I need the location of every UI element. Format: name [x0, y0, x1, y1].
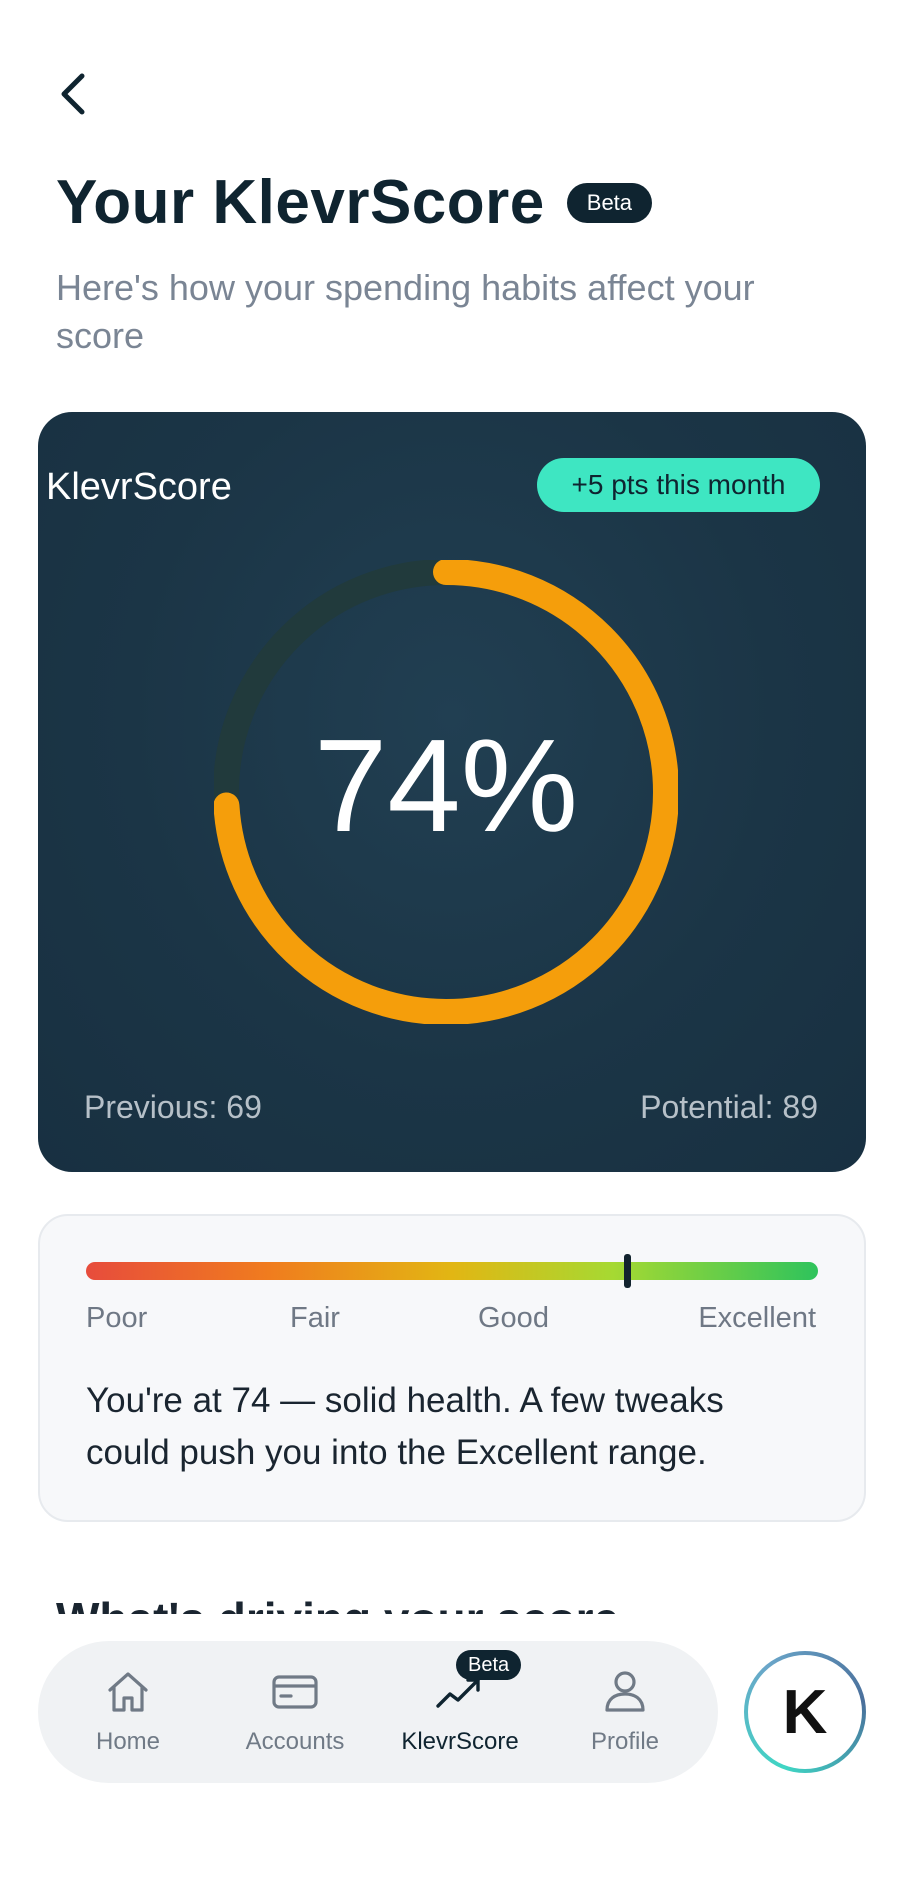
home-icon [108, 1672, 148, 1712]
nav-label-home: Home [95, 1728, 161, 1755]
section-heading-clip: What's driving your score [0, 1580, 900, 1614]
page-title: Your KlevrScore [56, 168, 545, 237]
range-gradient-bar [86, 1262, 818, 1280]
score-card-label: KlevrScore [46, 466, 232, 508]
range-label-poor: Poor [86, 1302, 148, 1334]
potential-score: Potential: 89 [640, 1089, 818, 1125]
nav-item-klevrscore[interactable]: KlevrScore [390, 1666, 530, 1766]
nav-label-profile: Profile [590, 1728, 660, 1755]
range-label-excellent: Excellent [698, 1302, 816, 1334]
range-marker [624, 1254, 631, 1288]
title-row: Your KlevrScore Beta [56, 168, 653, 237]
back-button[interactable] [52, 66, 108, 122]
person-icon [605, 1671, 645, 1712]
range-label-good: Good [478, 1302, 549, 1334]
chevron-left-icon [61, 73, 85, 115]
nav-item-profile[interactable]: Profile [555, 1666, 695, 1766]
nav-item-accounts[interactable]: Accounts [225, 1666, 365, 1766]
range-label-fair: Fair [290, 1302, 340, 1334]
section-heading: What's driving your score [56, 1592, 619, 1614]
nav-beta-badge: Beta [456, 1650, 522, 1680]
nav-item-home[interactable]: Home [58, 1666, 198, 1766]
nav-label-klevrscore: KlevrScore [401, 1728, 519, 1755]
previous-score: Previous: 69 [84, 1089, 262, 1125]
card-icon [272, 1675, 318, 1709]
klevr-logo: K [748, 1655, 862, 1769]
range-description: You're at 74 — solid health. A few tweak… [86, 1381, 724, 1472]
score-value: 74% [313, 712, 579, 859]
trend-pill: +5 pts this month [537, 458, 820, 512]
beta-badge: Beta [566, 183, 653, 223]
klevr-assistant-button[interactable]: K [744, 1651, 866, 1773]
page-subtitle: Here's how your spending habits affect y… [56, 267, 755, 356]
nav-label-accounts: Accounts [245, 1728, 345, 1755]
